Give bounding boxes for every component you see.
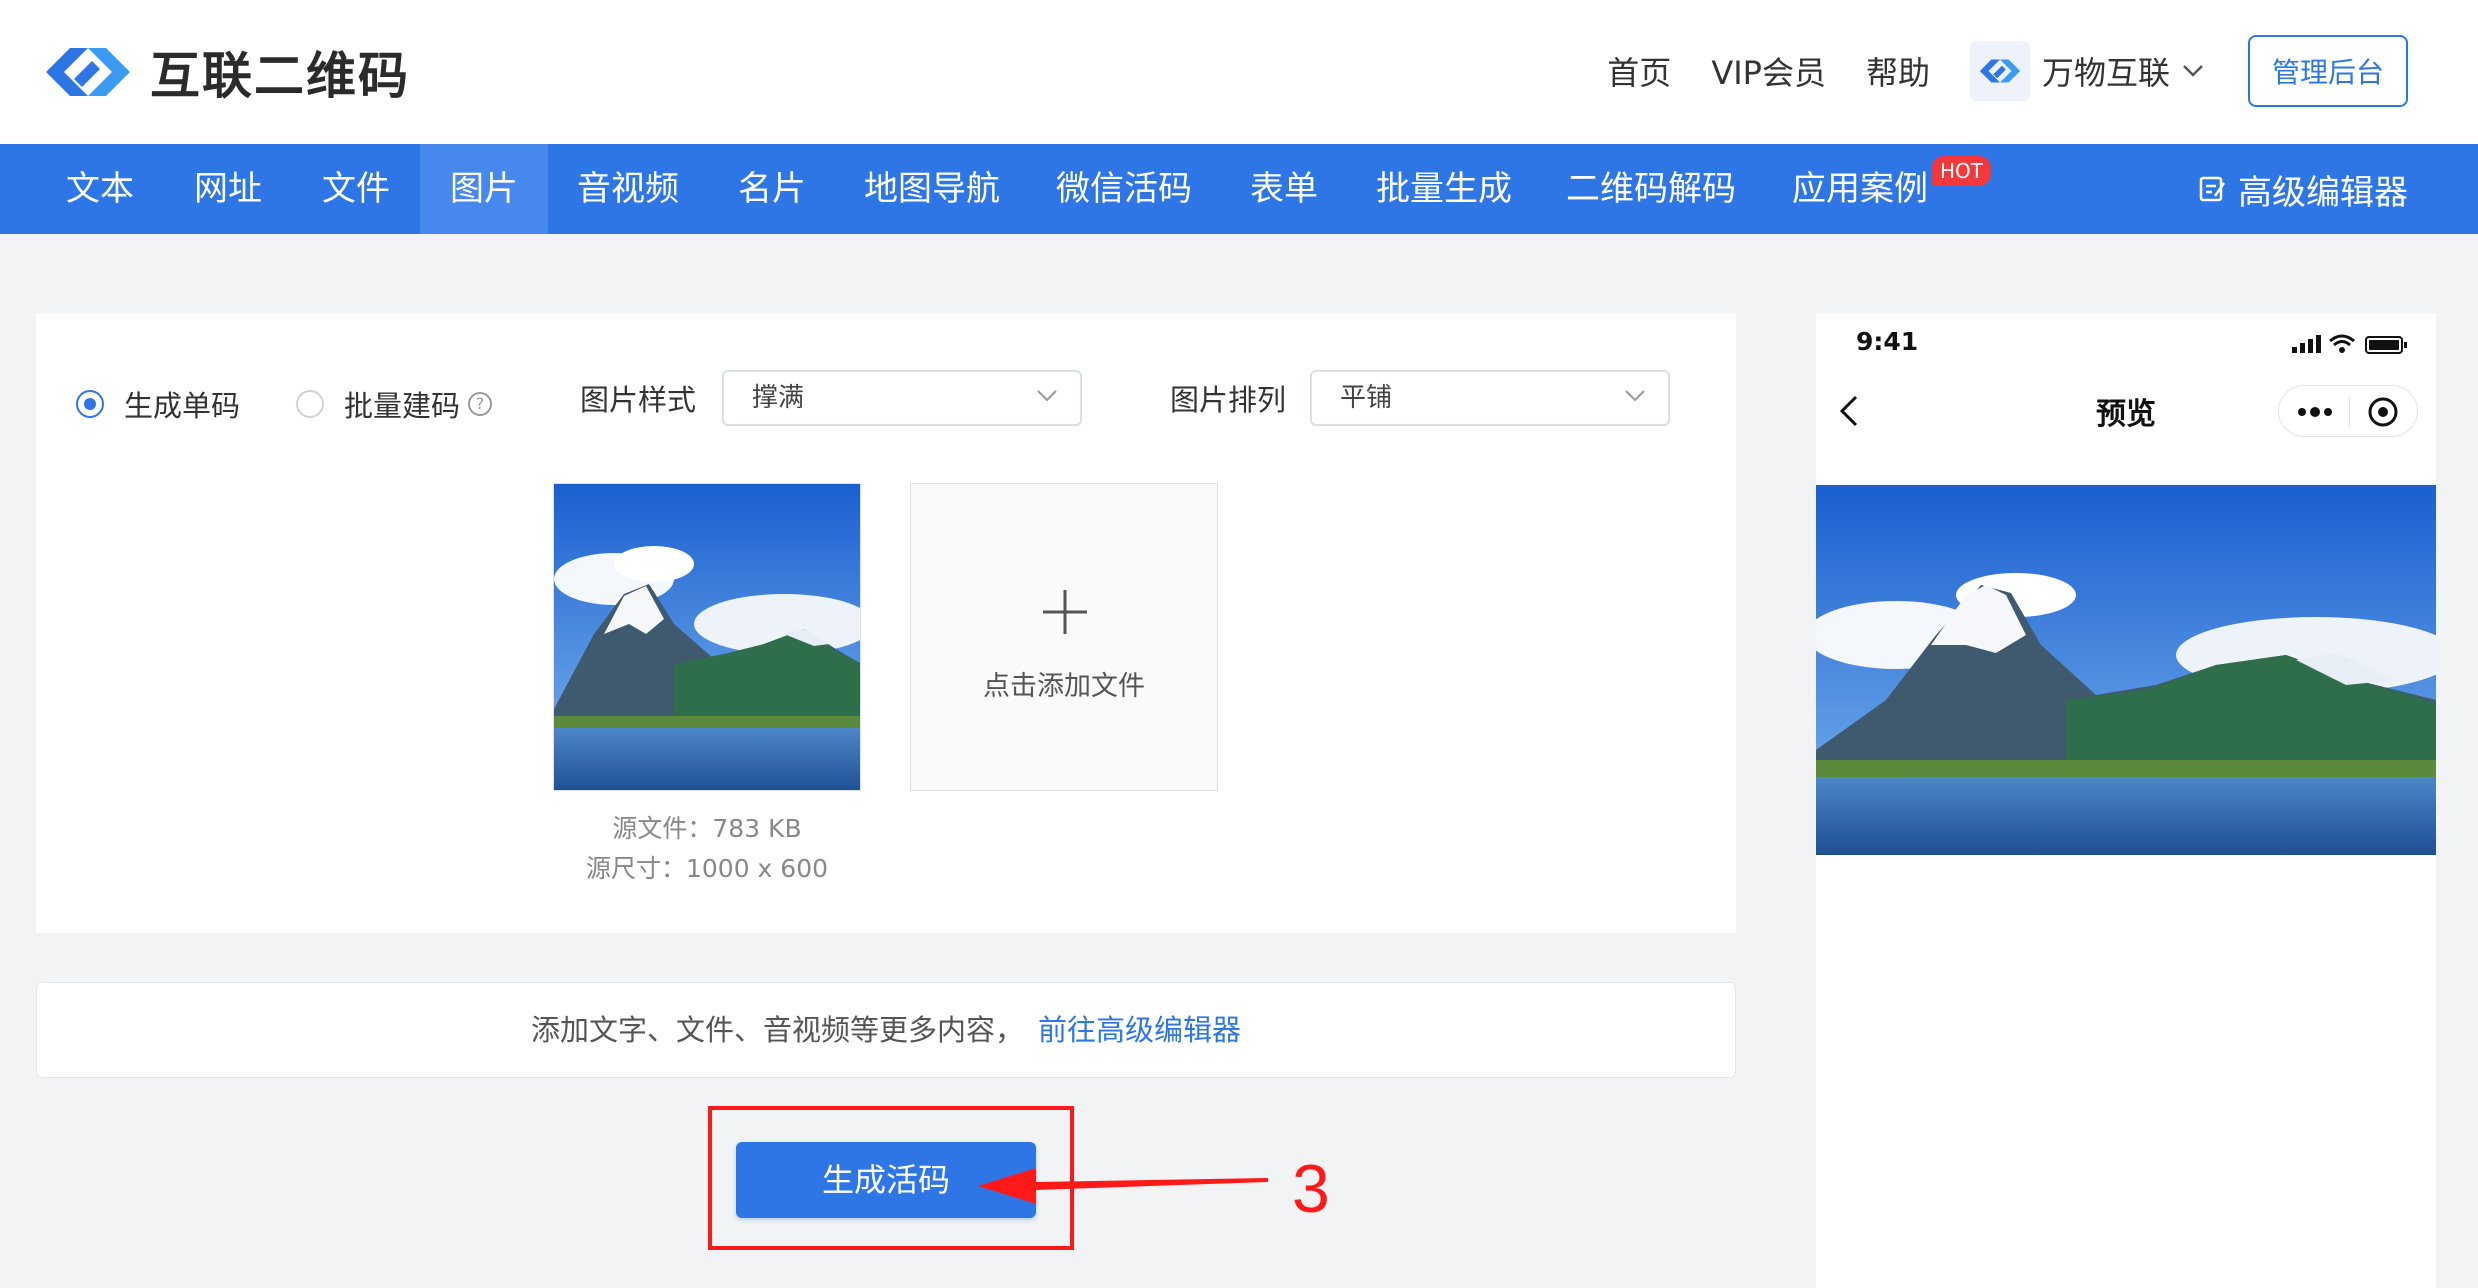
edit-icon [2199, 176, 2226, 202]
admin-button[interactable]: 管理后台 [2247, 35, 2408, 107]
nav-item-use-cases[interactable]: 应用案例 [1780, 144, 1940, 234]
advanced-editor-label: 高级编辑器 [2238, 172, 2408, 213]
info-text: 添加文字、文件、音视频等更多内容， [530, 1013, 1024, 1047]
nav-item-form[interactable]: 表单 [1220, 144, 1348, 234]
source-file-size: 源文件：783 KB [612, 814, 802, 843]
image-settings-card: 生成单码 批量建码 ? 图片样式 撑满 图片排列 平铺 源文件：783 KB 源… [36, 313, 1736, 933]
plus-icon [1043, 590, 1087, 634]
mini-program-capsule [2278, 385, 2418, 437]
annotation-step-number: 3 [1292, 1151, 1330, 1227]
nav-item-wechat-code[interactable]: 微信活码 [1044, 144, 1204, 234]
hot-badge: HOT [1932, 156, 1991, 186]
phone-preview: 9:41 预览 [1816, 313, 2436, 1288]
add-file-label: 点击添加文件 [983, 671, 1145, 702]
top-link-help[interactable]: 帮助 [1866, 48, 1930, 94]
preview-image [1816, 485, 2436, 855]
image-style-label: 图片样式 [580, 383, 697, 417]
nav-item-text[interactable]: 文本 [36, 144, 164, 234]
nav-item-qr-decode[interactable]: 二维码解码 [1556, 144, 1746, 234]
advanced-editor-link-inline[interactable]: 前往高级编辑器 [1038, 1013, 1241, 1047]
brand-switcher[interactable]: 万物互联 [1969, 41, 2204, 101]
close-target-icon[interactable] [2367, 396, 2399, 428]
logo-text: 互联二维码 [150, 47, 410, 105]
image-style-select[interactable]: 撑满 [722, 370, 1082, 426]
status-bar-time: 9:41 [1856, 327, 1919, 356]
radio-batch-label: 批量建码 [344, 389, 461, 423]
nav-item-audio-video[interactable]: 音视频 [548, 144, 708, 234]
header: 互联二维码 首页 VIP会员 帮助 万物互联 管理后台 [0, 0, 2478, 144]
nav-item-business-card[interactable]: 名片 [708, 144, 836, 234]
radio-unselected-icon [296, 390, 324, 418]
top-link-home[interactable]: 首页 [1607, 48, 1671, 94]
chevron-down-icon [1625, 390, 1645, 402]
nav-item-url[interactable]: 网址 [164, 144, 292, 234]
radio-single-code[interactable]: 生成单码 [76, 383, 240, 425]
nav-item-map-navigation[interactable]: 地图导航 [852, 144, 1012, 234]
capsule-divider [2349, 398, 2350, 426]
image-style-value: 撑满 [752, 383, 805, 413]
uploaded-image-thumbnail[interactable] [553, 483, 861, 791]
source-file-dimensions: 源尺寸：1000 x 600 [585, 854, 829, 883]
image-arrange-label: 图片排列 [1170, 383, 1287, 417]
logo-icon [46, 48, 130, 96]
main-navbar: 文本 网址 文件 图片 音视频 名片 地图导航 微信活码 表单 批量生成 二维码… [0, 144, 2478, 234]
help-icon[interactable]: ? [468, 392, 493, 416]
status-bar-icons [2292, 334, 2407, 354]
top-nav: 首页 VIP会员 帮助 万物互联 管理后台 [1607, 35, 2408, 107]
add-file-button[interactable]: 点击添加文件 [910, 483, 1218, 791]
radio-batch-code[interactable]: 批量建码 ? [296, 383, 493, 425]
nav-item-file[interactable]: 文件 [292, 144, 420, 234]
nav-item-image[interactable]: 图片 [420, 144, 548, 234]
radio-single-label: 生成单码 [124, 389, 241, 423]
brand-logo-icon [1969, 41, 2030, 101]
chevron-down-icon [2183, 65, 2203, 77]
chevron-down-icon [1037, 390, 1057, 402]
nav-item-batch-generate[interactable]: 批量生成 [1364, 144, 1524, 234]
brand-name: 万物互联 [2041, 54, 2170, 92]
advanced-editor-link[interactable]: 高级编辑器 [2198, 144, 2408, 234]
top-link-vip[interactable]: VIP会员 [1711, 48, 1826, 94]
image-arrange-value: 平铺 [1340, 383, 1393, 413]
annotation-arrow-icon [978, 1168, 1268, 1204]
logo[interactable]: 互联二维码 [40, 36, 410, 108]
more-dots-icon[interactable] [2297, 406, 2333, 418]
radio-selected-icon [76, 390, 104, 418]
info-bar: 添加文字、文件、音视频等更多内容， 前往高级编辑器 [36, 982, 1736, 1078]
image-arrange-select[interactable]: 平铺 [1310, 370, 1670, 426]
